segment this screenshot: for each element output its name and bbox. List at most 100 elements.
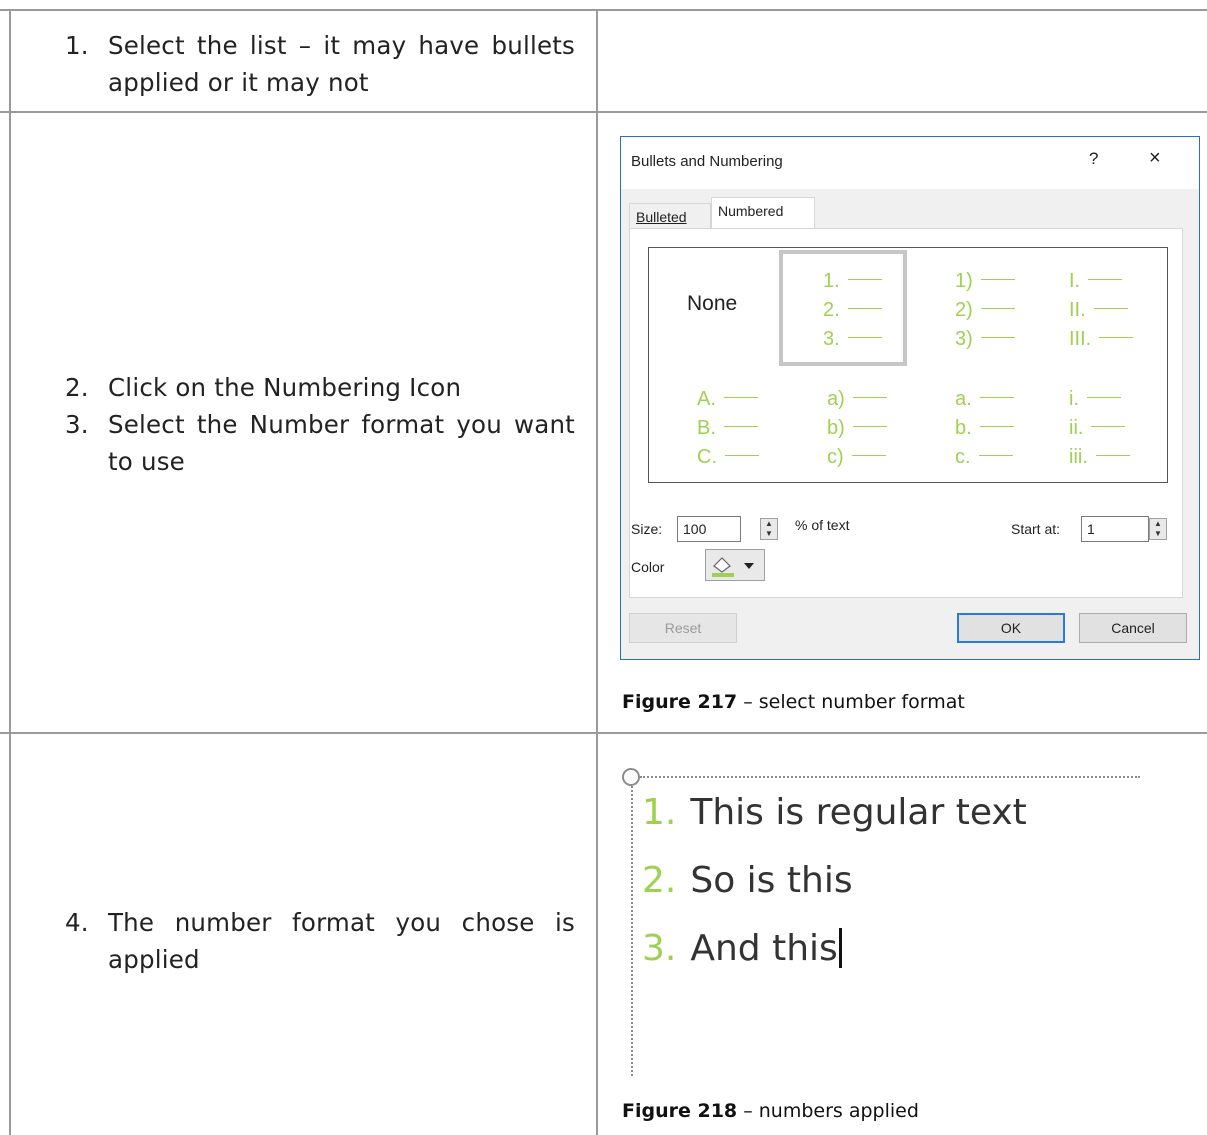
- figure-text: – numbers applied: [737, 1100, 919, 1122]
- format-number: III.: [1069, 328, 1092, 350]
- size-label: Size:: [631, 521, 663, 537]
- format-lower-roman[interactable]: i. ii. iii.: [1039, 368, 1167, 484]
- size-input[interactable]: 100: [677, 516, 741, 542]
- table-column-divider: [596, 9, 598, 1135]
- format-number: 2): [955, 299, 973, 321]
- ok-button[interactable]: OK: [957, 613, 1065, 643]
- format-number: a.: [955, 388, 972, 410]
- format-line: 2.: [823, 299, 882, 322]
- figure-218-caption: Figure 218 – numbers applied: [622, 1100, 919, 1122]
- list-text: And this: [690, 928, 838, 969]
- step-number: 3.: [65, 410, 89, 439]
- step-list-row-2: 2. Click on the Numbering Icon 3. Select…: [65, 369, 575, 480]
- table-row-divider-2: [0, 732, 1207, 734]
- text-box-border-top: [640, 776, 1140, 778]
- reset-button[interactable]: Reset: [629, 613, 737, 643]
- text-box-border-left: [631, 786, 633, 1076]
- format-line: 1): [955, 270, 1015, 293]
- format-line: 2): [955, 299, 1015, 322]
- step-number: 1.: [65, 31, 89, 60]
- format-number: b): [827, 417, 845, 439]
- step-text: Select the list – it may have bullets ap…: [108, 31, 575, 97]
- size-spinner[interactable]: ▲ ▼: [760, 518, 778, 540]
- format-line: C.: [697, 446, 759, 469]
- format-number: iii.: [1069, 446, 1088, 468]
- none-label: None: [687, 292, 738, 315]
- table-border-left: [9, 9, 11, 1135]
- list-item[interactable]: 1. This is regular text: [642, 792, 1027, 833]
- step-text: Click on the Numbering Icon: [108, 373, 462, 402]
- cancel-button[interactable]: Cancel: [1079, 613, 1187, 643]
- tab-label: Numbered: [718, 203, 784, 219]
- format-line: a.: [955, 388, 1014, 411]
- format-decimal-period[interactable]: 1. 2. 3.: [779, 250, 907, 366]
- format-line: i.: [1069, 388, 1121, 411]
- list-number: 2.: [642, 860, 677, 901]
- paint-bucket-icon: [712, 557, 754, 577]
- list-text: This is regular text: [690, 792, 1027, 833]
- format-number: A.: [697, 388, 716, 410]
- tab-label: Bulleted: [636, 209, 687, 225]
- figure-label: Figure 217: [622, 691, 738, 713]
- dialog-title: Bullets and Numbering: [631, 153, 783, 170]
- format-number: B.: [697, 417, 716, 439]
- numbering-panel: None 1. 2. 3. 1) 2) 3) I. II. III. A. B.: [629, 228, 1183, 598]
- dialog-titlebar: Bullets and Numbering ? ×: [621, 137, 1199, 189]
- step-number: 2.: [65, 373, 89, 402]
- list-number: 3.: [642, 928, 677, 969]
- color-label: Color: [631, 559, 665, 575]
- format-lower-alpha-period[interactable]: a. b. c.: [909, 368, 1037, 484]
- step-list-row-1: 1. Select the list – it may have bullets…: [65, 27, 575, 101]
- format-line: III.: [1069, 328, 1134, 351]
- format-number: I.: [1069, 270, 1081, 292]
- format-number: 3.: [823, 328, 840, 350]
- format-line: A.: [697, 388, 758, 411]
- format-number: II.: [1069, 299, 1086, 321]
- format-none[interactable]: None: [651, 250, 779, 366]
- step-text: Select the Number format you want to use: [108, 410, 575, 476]
- format-line: ii.: [1069, 417, 1126, 440]
- list-item[interactable]: 2. So is this: [642, 860, 853, 901]
- format-number: 3): [955, 328, 973, 350]
- table-border-top: [0, 9, 1207, 11]
- format-line: 3): [955, 328, 1015, 351]
- step-list-row-3: 4. The number format you chose is applie…: [65, 904, 575, 978]
- bullets-numbering-dialog: Bullets and Numbering ? × Bulleted Numbe…: [620, 136, 1200, 660]
- resize-handle[interactable]: [622, 768, 640, 786]
- applied-numbered-list: 1. This is regular text 2. So is this 3. An…: [612, 756, 1152, 1076]
- step-4: 4. The number format you chose is applie…: [65, 904, 575, 978]
- color-picker-button[interactable]: [705, 549, 765, 581]
- tab-bulleted[interactable]: Bulleted: [629, 203, 711, 229]
- list-number: 1.: [642, 792, 677, 833]
- help-button[interactable]: ?: [1089, 149, 1098, 169]
- text-cursor: [838, 928, 842, 968]
- format-decimal-paren[interactable]: 1) 2) 3): [909, 250, 1037, 366]
- format-line: c.: [955, 446, 1013, 469]
- format-upper-roman[interactable]: I. II. III.: [1039, 250, 1167, 366]
- format-number: C.: [697, 446, 717, 468]
- format-number: ii.: [1069, 417, 1084, 439]
- list-item[interactable]: 3. And this: [642, 928, 842, 969]
- figure-label: Figure 218: [622, 1100, 738, 1122]
- format-number: c.: [955, 446, 971, 468]
- format-line: I.: [1069, 270, 1123, 293]
- close-icon[interactable]: ×: [1149, 147, 1161, 170]
- format-line: b): [827, 417, 887, 440]
- format-lower-alpha-paren[interactable]: a) b) c): [779, 368, 907, 484]
- start-at-label: Start at:: [1011, 521, 1061, 537]
- format-upper-alpha[interactable]: A. B. C.: [651, 368, 779, 484]
- format-line: b.: [955, 417, 1014, 440]
- step-number: 4.: [65, 908, 89, 937]
- step-2: 2. Click on the Numbering Icon: [65, 369, 575, 406]
- format-number: 2.: [823, 299, 840, 321]
- list-text: So is this: [690, 860, 853, 901]
- size-suffix: % of text: [795, 517, 850, 533]
- format-number: a): [827, 388, 845, 410]
- format-line: II.: [1069, 299, 1128, 322]
- number-format-gallery: None 1. 2. 3. 1) 2) 3) I. II. III. A. B.: [648, 247, 1168, 483]
- start-at-spinner[interactable]: ▲ ▼: [1149, 518, 1167, 540]
- start-at-input[interactable]: 1: [1081, 516, 1149, 542]
- format-number: b.: [955, 417, 972, 439]
- format-number: 1): [955, 270, 973, 292]
- tab-numbered[interactable]: Numbered: [711, 197, 815, 229]
